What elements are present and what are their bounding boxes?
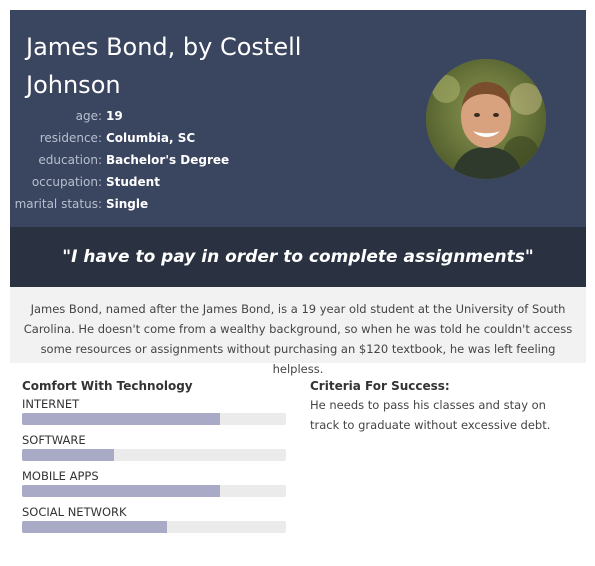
persona-header: James Bond, by Costell John­son age: 19 … xyxy=(10,10,586,227)
fact-row-residence: residence: Columbia, SC xyxy=(10,127,229,149)
avatar xyxy=(426,59,546,179)
fact-row-education: education: Bachelor's Degree xyxy=(10,149,229,171)
fact-row-occupation: occupation: Student xyxy=(10,171,229,193)
persona-card: James Bond, by Costell John­son age: 19 … xyxy=(10,10,586,553)
fact-key: marital status: xyxy=(14,197,102,211)
skill-label: MOBILE APPS xyxy=(22,469,99,483)
persona-facts: age: 19 residence: Columbia, SC educatio… xyxy=(10,105,230,215)
fact-row-marital-status: marital status: Single xyxy=(10,193,229,215)
quote-banner: "I have to pay in order to complete assi… xyxy=(10,227,586,287)
persona-quote: "I have to pay in order to complete assi… xyxy=(62,247,534,267)
details-section: Comfort With Technology INTERNET SOFTWAR… xyxy=(10,363,586,553)
skill-mobile-apps: MOBILE APPS xyxy=(22,467,286,497)
skill-bar-fill xyxy=(22,449,115,461)
tech-comfort: Comfort With Technology INTERNET SOFTWAR… xyxy=(22,379,286,539)
skill-software: SOFTWARE xyxy=(22,431,286,461)
skill-internet: INTERNET xyxy=(22,395,286,425)
fact-key: education: xyxy=(38,153,102,167)
success-criteria: Criteria For Success: He needs to pass h… xyxy=(310,379,578,435)
skill-bar-track xyxy=(22,413,286,425)
skill-label: SOCIAL NETWORK xyxy=(22,505,127,519)
fact-value: Single xyxy=(106,197,149,211)
fact-key: age: xyxy=(75,109,102,123)
skill-bar-fill xyxy=(22,521,168,533)
fact-value: Student xyxy=(106,175,160,189)
skill-bar-fill xyxy=(22,485,220,497)
fact-value: Bachelor's Degree xyxy=(106,153,230,167)
skill-bar-fill xyxy=(22,413,220,425)
skill-label: SOFTWARE xyxy=(22,433,86,447)
fact-value: Columbia, SC xyxy=(106,131,196,145)
persona-bio: James Bond, named after the James Bond, … xyxy=(10,287,586,376)
criteria-text: He needs to pass his classes and stay on… xyxy=(310,398,551,432)
fact-value: 19 xyxy=(106,109,123,123)
skill-bar-track xyxy=(22,485,286,497)
skill-label: INTERNET xyxy=(22,397,80,411)
fact-row-age: age: 19 xyxy=(10,105,229,127)
skill-bar-track xyxy=(22,521,286,533)
skill-social-network: SOCIAL NETWORK xyxy=(22,503,286,533)
fact-key: residence: xyxy=(39,131,102,145)
skill-bar-track xyxy=(22,449,286,461)
fact-key: occupation: xyxy=(31,175,102,189)
criteria-title: Criteria For Success: xyxy=(310,379,450,393)
avatar-photo xyxy=(426,59,546,179)
persona-name: James Bond, by Costell John­son xyxy=(26,33,302,99)
tech-comfort-title: Comfort With Technology xyxy=(22,379,193,393)
